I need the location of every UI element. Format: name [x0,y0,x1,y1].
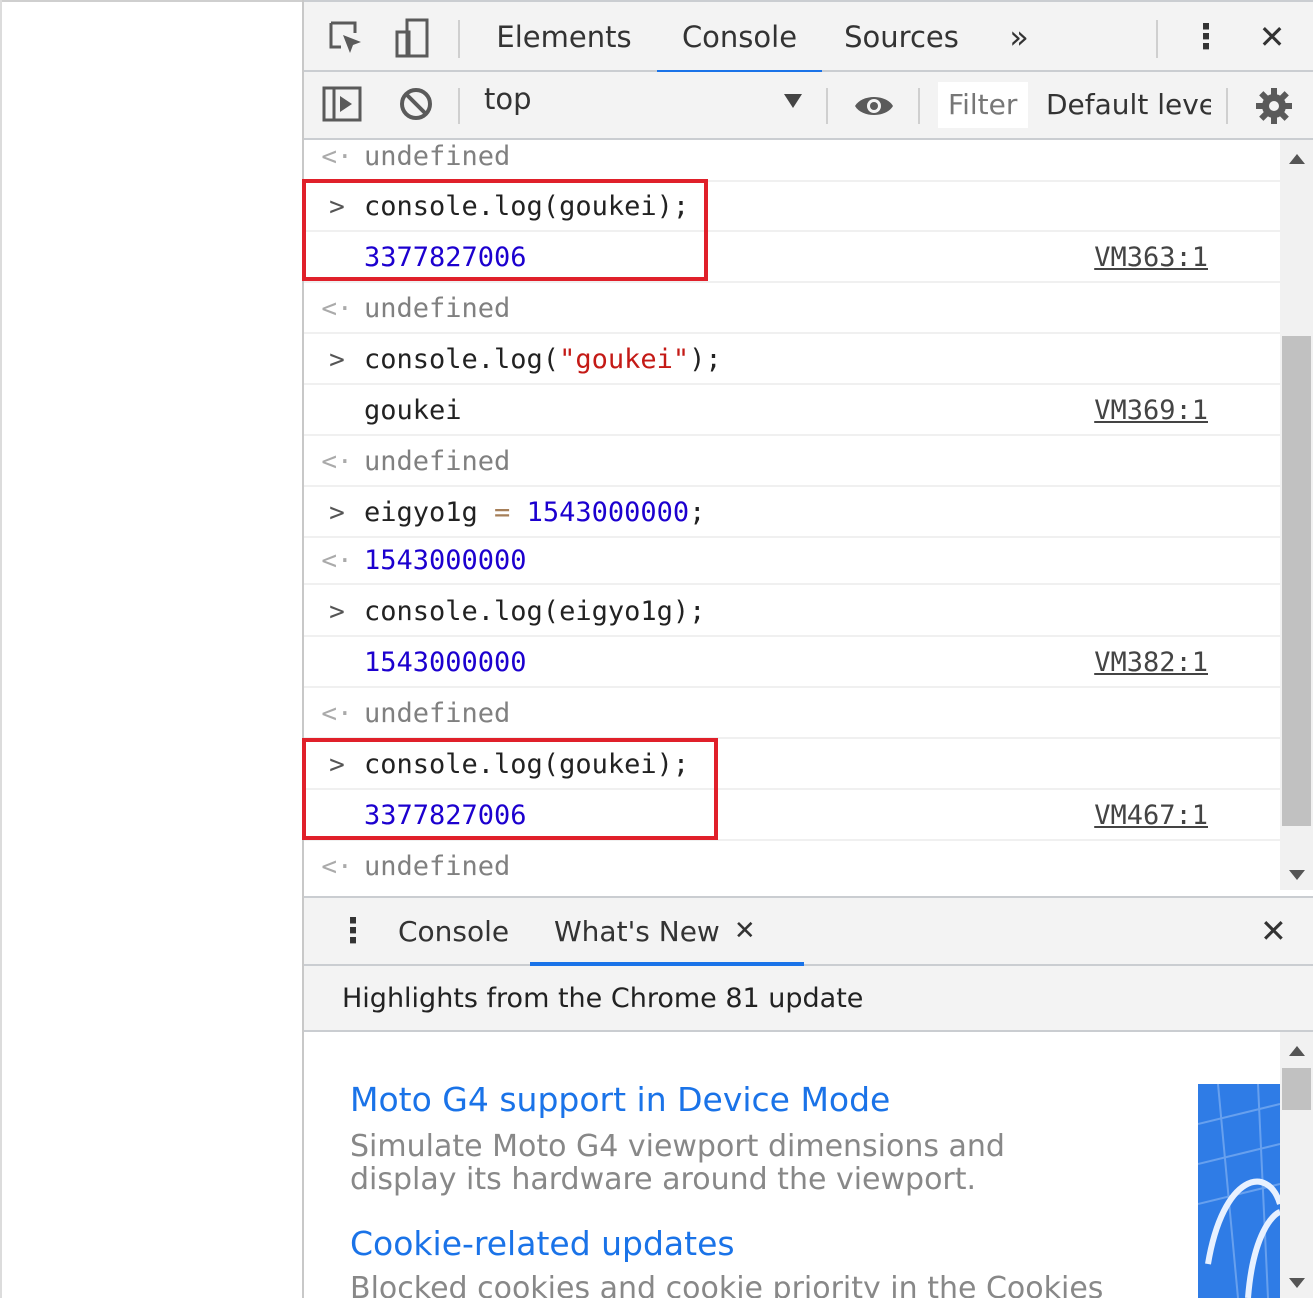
highlight-box [302,179,708,281]
toolbar-separator [1156,20,1158,58]
console-log-row: goukei VM369:1 [304,386,1280,436]
input-text: console.log("goukei"); [364,344,722,375]
result-arrow-icon: <· [321,294,353,324]
context-selector[interactable]: top [484,82,532,116]
input-text: console.log(eigyo1g); [364,596,706,627]
filter-input[interactable]: Filter [938,82,1028,128]
console-result-row: <· undefined [304,284,1280,334]
device-toolbar-icon[interactable] [390,16,434,60]
input-text: eigyo1g = 1543000000; [364,497,706,528]
source-link[interactable]: VM382:1 [1094,638,1208,688]
tab-console[interactable]: Console [657,2,822,74]
log-levels-dropdown[interactable]: Default levels [1046,82,1211,128]
page-top-edge [0,0,302,2]
drawer-menu-icon[interactable]: ⋮ [336,898,370,964]
result-text: undefined [364,851,511,882]
scroll-up-icon[interactable] [1289,154,1305,164]
live-expression-eye-icon[interactable] [852,84,896,128]
whats-new-item-desc: Simulate Moto G4 viewport dimensions and… [350,1129,1005,1197]
scroll-down-icon[interactable] [1289,870,1305,880]
console-input-row[interactable]: > eigyo1g = 1543000000; [304,488,1280,538]
result-arrow-icon: <· [321,447,353,477]
result-text: undefined [364,293,511,324]
result-arrow-icon: <· [321,546,353,576]
drawer-tab-whats-new[interactable]: What's New ✕ [530,898,804,966]
devtools-tabbar: Elements Console Sources » ⋮ ✕ [304,0,1313,74]
tab-elements[interactable]: Elements [484,2,644,72]
console-input-row[interactable]: > console.log(eigyo1g); [304,587,1280,637]
result-text: 1543000000 [364,545,527,576]
close-devtools-icon[interactable]: ✕ [1250,2,1294,72]
devtools-panel: Elements Console Sources » ⋮ ✕ top Filte… [302,0,1313,1298]
close-drawer-icon[interactable]: ✕ [1260,898,1287,964]
whats-new-item-title[interactable]: Cookie-related updates [350,1224,735,1263]
toolbar-separator [1226,88,1228,124]
scrollbar-thumb[interactable] [1282,336,1311,826]
highlight-box [302,738,718,840]
result-text: undefined [364,698,511,729]
log-text: 1543000000 [364,647,527,678]
scrollbar-thumb[interactable] [1282,1068,1311,1110]
result-arrow-icon: <· [321,142,353,172]
page-left-edge [0,0,2,1298]
scroll-down-icon[interactable] [1289,1278,1305,1288]
toolbar-separator [826,88,828,124]
console-toolbar: top Filter Default levels [304,72,1313,140]
drawer-tabbar: ⋮ Console What's New ✕ ✕ [304,896,1313,966]
source-link[interactable]: VM467:1 [1094,791,1208,841]
whats-new-item-desc: Blocked cookies and cookie priority in t… [350,1271,1104,1298]
inspected-page [0,0,302,1298]
toolbar-separator [458,20,460,58]
console-result-row: <· undefined [304,140,1280,182]
toolbar-separator [918,88,920,124]
whats-new-header: Highlights from the Chrome 81 update [304,966,1313,1032]
inspect-element-icon[interactable] [324,16,368,60]
console-result-row: <· undefined [304,842,1280,890]
toolbar-separator [458,88,460,124]
source-link[interactable]: VM363:1 [1094,233,1208,283]
whats-new-scrollbar[interactable] [1280,1032,1313,1298]
result-arrow-icon: <· [321,852,353,882]
sidebar-toggle-icon[interactable] [320,82,364,126]
console-scrollbar[interactable] [1280,140,1313,890]
whats-new-content[interactable]: Moto G4 support in Device Mode Simulate … [304,1032,1280,1298]
result-text: undefined [364,446,511,477]
console-log-row: 1543000000 VM382:1 [304,638,1280,688]
chevron-down-icon[interactable] [784,94,802,108]
more-tabs-icon[interactable]: » [994,2,1044,72]
feature-thumbnail-image [1198,1084,1280,1298]
console-input-row[interactable]: > console.log("goukei"); [304,335,1280,385]
console-result-row: <· undefined [304,689,1280,739]
clear-console-icon[interactable] [394,82,438,126]
input-chevron-icon: > [329,597,345,627]
drawer-tab-console[interactable]: Console [398,898,509,964]
input-chevron-icon: > [329,498,345,528]
scroll-up-icon[interactable] [1289,1046,1305,1056]
result-arrow-icon: <· [321,699,353,729]
tab-sources[interactable]: Sources [834,2,969,72]
result-text: undefined [364,141,511,172]
source-link[interactable]: VM369:1 [1094,386,1208,436]
console-result-row: <· 1543000000 [304,537,1280,585]
input-chevron-icon: > [329,345,345,375]
log-text: goukei [364,395,462,426]
console-result-row: <· undefined [304,437,1280,487]
console-settings-gear-icon[interactable] [1252,84,1296,128]
whats-new-item-title[interactable]: Moto G4 support in Device Mode [350,1080,890,1119]
close-tab-icon[interactable]: ✕ [734,916,756,946]
customize-menu-icon[interactable]: ⋮ [1184,2,1228,72]
